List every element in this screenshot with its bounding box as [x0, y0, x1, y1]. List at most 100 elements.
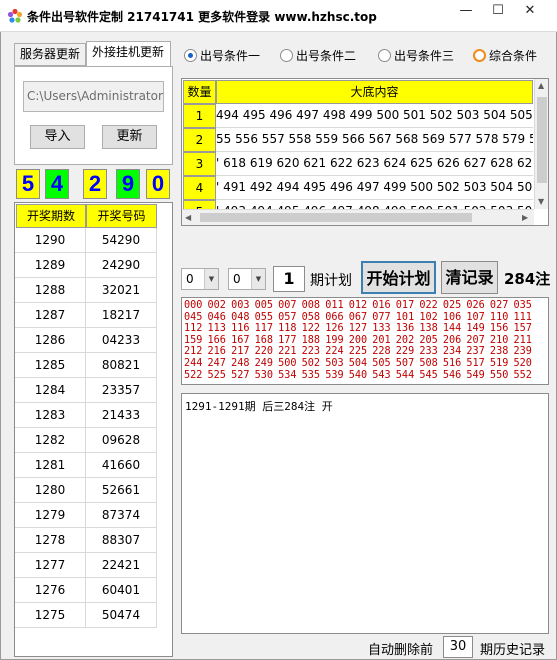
table-row[interactable]: 1282 09628 — [15, 428, 172, 453]
history-records-label: 期历史记录 — [480, 643, 546, 658]
table-row[interactable]: 1280 52661 — [15, 478, 172, 503]
number-cell: 18217 — [86, 303, 157, 328]
scroll-left-icon[interactable]: ◀ — [185, 213, 191, 222]
scroll-thumb[interactable] — [537, 97, 547, 183]
auto-delete-label: 自动删除前 — [368, 643, 434, 658]
period-cell: 1286 — [15, 328, 86, 353]
combo-value: 0 — [233, 272, 241, 286]
table-row[interactable]: 1275 50474 — [15, 603, 172, 628]
row-number-cell: 4 — [183, 176, 216, 200]
row-number-cell: 3 — [183, 152, 216, 176]
table-row[interactable]: 3 ' 618 619 620 621 622 623 624 625 626 6… — [182, 152, 534, 176]
table-row[interactable]: 1276 60401 — [15, 578, 172, 603]
history-days-input[interactable]: 30 — [443, 636, 473, 658]
maximize-button[interactable]: ☐ — [484, 1, 512, 21]
table-row[interactable]: 1278 88307 — [15, 528, 172, 553]
radio-icon — [473, 49, 486, 62]
number-cell: 54290 — [86, 228, 157, 253]
number-cell: 50474 — [86, 603, 157, 628]
table-row[interactable]: 1286 04233 — [15, 328, 172, 353]
scroll-up-icon[interactable]: ▲ — [538, 81, 544, 90]
chevron-down-icon[interactable]: ▼ — [251, 269, 265, 289]
table-row[interactable]: 1287 18217 — [15, 303, 172, 328]
period-cell: 1285 — [15, 353, 86, 378]
period-cell: 1287 — [15, 303, 86, 328]
period-cell: 1284 — [15, 378, 86, 403]
import-button[interactable]: 导入 — [30, 125, 85, 149]
close-button[interactable]: ✕ — [516, 1, 544, 21]
combo-select-1[interactable]: 0 ▼ — [181, 268, 219, 290]
column-header-count: 数量 — [183, 80, 216, 104]
draw-history-table: 开奖期数 开奖号码 1290 54290 1289 24290 1288 32021 128… — [14, 202, 173, 657]
period-count-input[interactable]: 1 — [273, 266, 305, 292]
content-cell[interactable]: ' 491 492 494 495 496 497 499 500 502 50… — [216, 176, 533, 200]
horizontal-scrollbar[interactable]: ◀ ▶ — [182, 209, 534, 225]
table-row[interactable]: 1284 23357 — [15, 378, 172, 403]
column-header-period: 开奖期数 — [16, 204, 86, 228]
plan-log-textarea[interactable]: 1291-1291期 后三284注 开 — [181, 393, 549, 634]
table-row[interactable]: 4 ' 491 492 494 495 496 497 499 500 502 5… — [182, 176, 534, 200]
clear-records-button[interactable]: 清记录 — [441, 261, 498, 294]
chevron-down-icon[interactable]: ▼ — [204, 269, 218, 289]
period-cell: 1283 — [15, 403, 86, 428]
period-cell: 1277 — [15, 553, 86, 578]
condition-grid: 数量 大底内容 1 494 495 496 497 498 499 500 501… — [181, 78, 549, 226]
content-cell[interactable]: ' 618 619 620 621 622 623 624 625 626 62… — [216, 152, 533, 176]
digit-box: 4 — [45, 169, 69, 199]
digit-box: 0 — [146, 169, 170, 199]
radio-icon — [378, 49, 391, 62]
bet-count-label: 284注 — [504, 270, 551, 288]
number-cell: 60401 — [86, 578, 157, 603]
title-bar: 条件出号软件定制 21741741 更多软件登录 www.hzhsc.top —… — [0, 0, 557, 32]
scroll-down-icon[interactable]: ▼ — [538, 197, 544, 206]
window-title: 条件出号软件定制 21741741 更多软件登录 www.hzhsc.top — [27, 10, 377, 24]
row-number-cell: 1 — [183, 104, 216, 128]
update-button[interactable]: 更新 — [102, 125, 157, 149]
result-numbers-box[interactable]: 000 002 003 005 007 008 011 012 016 017 … — [181, 297, 549, 385]
table-row[interactable]: 1288 32021 — [15, 278, 172, 303]
radio-label: 综合条件 — [489, 49, 538, 63]
table-row[interactable]: 1281 41660 — [15, 453, 172, 478]
period-cell: 1275 — [15, 603, 86, 628]
table-row[interactable]: 1283 21433 — [15, 403, 172, 428]
radio-icon — [280, 49, 293, 62]
period-plan-label: 期计划 — [310, 273, 352, 289]
period-cell: 1289 — [15, 253, 86, 278]
period-cell: 1281 — [15, 453, 86, 478]
column-header-content: 大底内容 — [216, 80, 533, 104]
scroll-right-icon[interactable]: ▶ — [522, 213, 528, 222]
path-input[interactable]: C:\Users\Administrator\ — [23, 81, 164, 112]
tab-server-update[interactable]: 服务器更新 — [14, 43, 86, 66]
scroll-thumb[interactable] — [200, 213, 472, 222]
table-row[interactable]: 1285 80821 — [15, 353, 172, 378]
tab-external-update[interactable]: 外接挂机更新 — [86, 41, 171, 67]
period-cell: 1279 — [15, 503, 86, 528]
combo-select-2[interactable]: 0 ▼ — [228, 268, 266, 290]
number-cell: 87374 — [86, 503, 157, 528]
main-window: 服务器更新 外接挂机更新 C:\Users\Administrator\ 导入 … — [0, 32, 557, 660]
table-row[interactable]: 1290 54290 — [15, 228, 172, 253]
content-cell[interactable]: 494 495 496 497 498 499 500 501 502 503 … — [216, 104, 533, 128]
tab-pane: C:\Users\Administrator\ 导入 更新 — [14, 66, 173, 165]
number-cell: 23357 — [86, 378, 157, 403]
period-cell: 1276 — [15, 578, 86, 603]
vertical-scrollbar[interactable]: ▲ ▼ — [534, 79, 548, 209]
digit-box: 2 — [83, 169, 107, 199]
content-cell[interactable]: 55 556 557 558 559 566 567 568 569 577 5… — [216, 128, 533, 152]
table-row[interactable]: 1277 22421 — [15, 553, 172, 578]
table-row[interactable]: 1289 24290 — [15, 253, 172, 278]
radio-label: 出号条件二 — [296, 49, 357, 63]
start-plan-button[interactable]: 开始计划 — [361, 261, 436, 294]
period-cell: 1282 — [15, 428, 86, 453]
row-number-cell: 2 — [183, 128, 216, 152]
minimize-button[interactable]: — — [452, 1, 480, 21]
combo-value: 0 — [186, 272, 194, 286]
number-cell: 41660 — [86, 453, 157, 478]
table-row[interactable]: 1279 87374 — [15, 503, 172, 528]
table-row[interactable]: 1 494 495 496 497 498 499 500 501 502 503… — [182, 104, 534, 128]
digit-box: 9 — [116, 169, 140, 199]
number-cell: 21433 — [86, 403, 157, 428]
radio-label: 出号条件三 — [394, 49, 455, 63]
number-cell: 88307 — [86, 528, 157, 553]
table-row[interactable]: 2 55 556 557 558 559 566 567 568 569 577 … — [182, 128, 534, 152]
